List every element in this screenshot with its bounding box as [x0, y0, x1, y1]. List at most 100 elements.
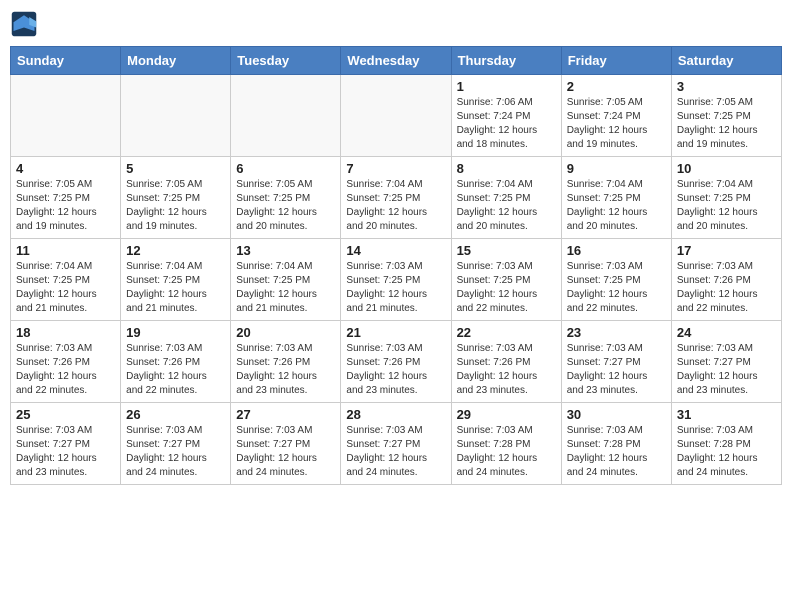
- day-number: 27: [236, 407, 335, 422]
- logo: [10, 10, 42, 38]
- cell-info: Sunrise: 7:04 AM Sunset: 7:25 PM Dayligh…: [457, 178, 556, 234]
- calendar-cell: 18 Sunrise: 7:03 AM Sunset: 7:26 PM Dayli…: [11, 321, 121, 403]
- day-number: 26: [126, 407, 225, 422]
- cell-info: Sunrise: 7:03 AM Sunset: 7:27 PM Dayligh…: [16, 424, 115, 480]
- day-number: 30: [567, 407, 666, 422]
- cell-info: Sunrise: 7:03 AM Sunset: 7:26 PM Dayligh…: [236, 342, 335, 398]
- calendar-cell: 17 Sunrise: 7:03 AM Sunset: 7:26 PM Dayli…: [671, 239, 781, 321]
- calendar-cell: 4Sunrise: 7:05 AM Sunset: 7:25 PM Daylig…: [11, 157, 121, 239]
- day-number: 20: [236, 325, 335, 340]
- day-number: 28: [346, 407, 445, 422]
- day-number: 11: [16, 243, 115, 258]
- calendar-week-row: 4Sunrise: 7:05 AM Sunset: 7:25 PM Daylig…: [11, 157, 782, 239]
- cell-info: Sunrise: 7:03 AM Sunset: 7:27 PM Dayligh…: [677, 342, 776, 398]
- calendar-cell: 25Sunrise: 7:03 AM Sunset: 7:27 PM Dayli…: [11, 403, 121, 485]
- calendar-cell: 23Sunrise: 7:03 AM Sunset: 7:27 PM Dayli…: [561, 321, 671, 403]
- day-number: 23: [567, 325, 666, 340]
- day-number: 7: [346, 161, 445, 176]
- calendar-cell: 14Sunrise: 7:03 AM Sunset: 7:25 PM Dayli…: [341, 239, 451, 321]
- calendar-cell: 10 Sunrise: 7:04 AM Sunset: 7:25 PM Dayli…: [671, 157, 781, 239]
- calendar-cell: 9 Sunrise: 7:04 AM Sunset: 7:25 PM Daylig…: [561, 157, 671, 239]
- cell-info: Sunrise: 7:05 AM Sunset: 7:25 PM Dayligh…: [236, 178, 335, 234]
- cell-info: Sunrise: 7:03 AM Sunset: 7:27 PM Dayligh…: [236, 424, 335, 480]
- cell-info: Sunrise: 7:04 AM Sunset: 7:25 PM Dayligh…: [346, 178, 445, 234]
- calendar-cell: 8 Sunrise: 7:04 AM Sunset: 7:25 PM Daylig…: [451, 157, 561, 239]
- weekday-header: Monday: [121, 47, 231, 75]
- cell-info: Sunrise: 7:03 AM Sunset: 7:25 PM Dayligh…: [457, 260, 556, 316]
- cell-info: Sunrise: 7:05 AM Sunset: 7:24 PM Dayligh…: [567, 96, 666, 152]
- weekday-header: Tuesday: [231, 47, 341, 75]
- calendar-cell: 6Sunrise: 7:05 AM Sunset: 7:25 PM Daylig…: [231, 157, 341, 239]
- cell-info: Sunrise: 7:03 AM Sunset: 7:26 PM Dayligh…: [16, 342, 115, 398]
- day-number: 1: [457, 79, 556, 94]
- cell-info: Sunrise: 7:03 AM Sunset: 7:26 PM Dayligh…: [677, 260, 776, 316]
- calendar-cell: 12 Sunrise: 7:04 AM Sunset: 7:25 PM Dayli…: [121, 239, 231, 321]
- cell-info: Sunrise: 7:03 AM Sunset: 7:26 PM Dayligh…: [346, 342, 445, 398]
- weekday-header: Wednesday: [341, 47, 451, 75]
- day-number: 19: [126, 325, 225, 340]
- calendar-cell: 22 Sunrise: 7:03 AM Sunset: 7:26 PM Dayli…: [451, 321, 561, 403]
- calendar-body: 1Sunrise: 7:06 AM Sunset: 7:24 PM Daylig…: [11, 75, 782, 485]
- cell-info: Sunrise: 7:04 AM Sunset: 7:25 PM Dayligh…: [16, 260, 115, 316]
- cell-info: Sunrise: 7:04 AM Sunset: 7:25 PM Dayligh…: [126, 260, 225, 316]
- day-number: 31: [677, 407, 776, 422]
- day-number: 3: [677, 79, 776, 94]
- calendar-cell: 19 Sunrise: 7:03 AM Sunset: 7:26 PM Dayli…: [121, 321, 231, 403]
- weekday-header: Thursday: [451, 47, 561, 75]
- day-number: 24: [677, 325, 776, 340]
- cell-info: Sunrise: 7:03 AM Sunset: 7:26 PM Dayligh…: [126, 342, 225, 398]
- calendar-cell: 28 Sunrise: 7:03 AM Sunset: 7:27 PM Dayli…: [341, 403, 451, 485]
- calendar-cell: 31 Sunrise: 7:03 AM Sunset: 7:28 PM Dayli…: [671, 403, 781, 485]
- calendar-cell: [231, 75, 341, 157]
- calendar-cell: 3 Sunrise: 7:05 AM Sunset: 7:25 PM Daylig…: [671, 75, 781, 157]
- calendar-table: SundayMondayTuesdayWednesdayThursdayFrid…: [10, 46, 782, 485]
- calendar-cell: 15 Sunrise: 7:03 AM Sunset: 7:25 PM Dayli…: [451, 239, 561, 321]
- cell-info: Sunrise: 7:03 AM Sunset: 7:26 PM Dayligh…: [457, 342, 556, 398]
- cell-info: Sunrise: 7:03 AM Sunset: 7:28 PM Dayligh…: [567, 424, 666, 480]
- calendar-cell: 11 Sunrise: 7:04 AM Sunset: 7:25 PM Dayli…: [11, 239, 121, 321]
- cell-info: Sunrise: 7:03 AM Sunset: 7:25 PM Dayligh…: [567, 260, 666, 316]
- weekday-header: Saturday: [671, 47, 781, 75]
- calendar-cell: 1Sunrise: 7:06 AM Sunset: 7:24 PM Daylig…: [451, 75, 561, 157]
- day-number: 10: [677, 161, 776, 176]
- cell-info: Sunrise: 7:04 AM Sunset: 7:25 PM Dayligh…: [236, 260, 335, 316]
- cell-info: Sunrise: 7:03 AM Sunset: 7:28 PM Dayligh…: [457, 424, 556, 480]
- calendar-week-row: 18 Sunrise: 7:03 AM Sunset: 7:26 PM Dayli…: [11, 321, 782, 403]
- cell-info: Sunrise: 7:03 AM Sunset: 7:25 PM Dayligh…: [346, 260, 445, 316]
- cell-info: Sunrise: 7:04 AM Sunset: 7:25 PM Dayligh…: [567, 178, 666, 234]
- calendar-cell: 20 Sunrise: 7:03 AM Sunset: 7:26 PM Dayli…: [231, 321, 341, 403]
- calendar-cell: 16 Sunrise: 7:03 AM Sunset: 7:25 PM Dayli…: [561, 239, 671, 321]
- day-number: 17: [677, 243, 776, 258]
- day-number: 29: [457, 407, 556, 422]
- day-number: 18: [16, 325, 115, 340]
- cell-info: Sunrise: 7:05 AM Sunset: 7:25 PM Dayligh…: [16, 178, 115, 234]
- calendar-cell: 24 Sunrise: 7:03 AM Sunset: 7:27 PM Dayli…: [671, 321, 781, 403]
- calendar-week-row: 25Sunrise: 7:03 AM Sunset: 7:27 PM Dayli…: [11, 403, 782, 485]
- cell-info: Sunrise: 7:03 AM Sunset: 7:28 PM Dayligh…: [677, 424, 776, 480]
- day-number: 22: [457, 325, 556, 340]
- calendar-cell: 13 Sunrise: 7:04 AM Sunset: 7:25 PM Dayli…: [231, 239, 341, 321]
- cell-info: Sunrise: 7:03 AM Sunset: 7:27 PM Dayligh…: [126, 424, 225, 480]
- calendar-header: SundayMondayTuesdayWednesdayThursdayFrid…: [11, 47, 782, 75]
- cell-info: Sunrise: 7:03 AM Sunset: 7:27 PM Dayligh…: [346, 424, 445, 480]
- cell-info: Sunrise: 7:04 AM Sunset: 7:25 PM Dayligh…: [677, 178, 776, 234]
- calendar-cell: 27 Sunrise: 7:03 AM Sunset: 7:27 PM Dayli…: [231, 403, 341, 485]
- day-number: 12: [126, 243, 225, 258]
- cell-info: Sunrise: 7:05 AM Sunset: 7:25 PM Dayligh…: [126, 178, 225, 234]
- day-number: 9: [567, 161, 666, 176]
- weekday-header: Friday: [561, 47, 671, 75]
- calendar-cell: [11, 75, 121, 157]
- day-number: 16: [567, 243, 666, 258]
- calendar-cell: 29 Sunrise: 7:03 AM Sunset: 7:28 PM Dayli…: [451, 403, 561, 485]
- day-number: 2: [567, 79, 666, 94]
- day-number: 13: [236, 243, 335, 258]
- calendar-cell: 7 Sunrise: 7:04 AM Sunset: 7:25 PM Daylig…: [341, 157, 451, 239]
- day-number: 21: [346, 325, 445, 340]
- calendar-cell: 2 Sunrise: 7:05 AM Sunset: 7:24 PM Daylig…: [561, 75, 671, 157]
- day-number: 8: [457, 161, 556, 176]
- cell-info: Sunrise: 7:05 AM Sunset: 7:25 PM Dayligh…: [677, 96, 776, 152]
- weekday-header: Sunday: [11, 47, 121, 75]
- calendar-cell: 5Sunrise: 7:05 AM Sunset: 7:25 PM Daylig…: [121, 157, 231, 239]
- day-number: 15: [457, 243, 556, 258]
- calendar-cell: [121, 75, 231, 157]
